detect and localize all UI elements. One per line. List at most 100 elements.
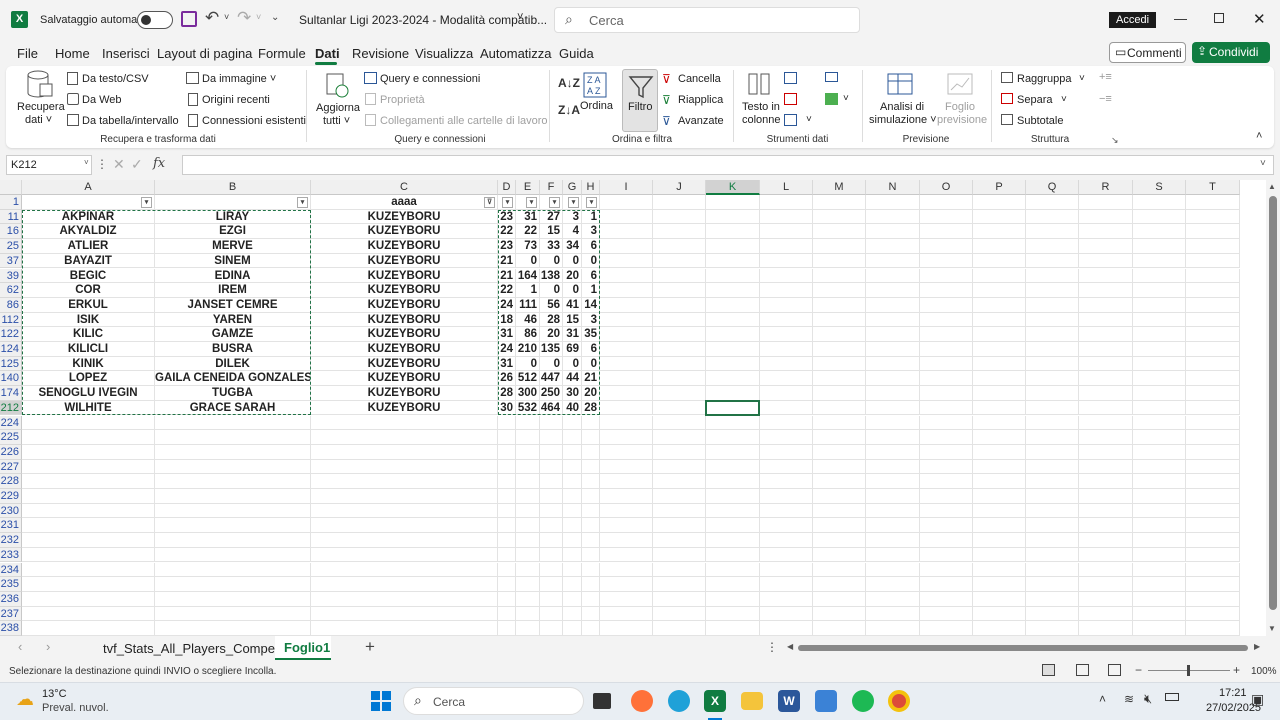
row-header[interactable]: 226 — [0, 444, 22, 460]
table-cell[interactable] — [920, 415, 973, 431]
table-cell[interactable] — [516, 621, 540, 636]
row-header[interactable]: 230 — [0, 503, 22, 519]
sort-desc-icon[interactable]: Z↓A — [558, 103, 580, 117]
table-cell[interactable] — [866, 224, 920, 240]
table-cell[interactable] — [973, 591, 1026, 607]
table-cell[interactable] — [653, 371, 706, 387]
remove-duplicates-icon[interactable] — [784, 93, 797, 105]
table-cell[interactable] — [1133, 547, 1186, 563]
table-cell[interactable] — [155, 459, 311, 475]
table-cell[interactable] — [516, 415, 540, 431]
table-cell[interactable] — [813, 474, 866, 489]
table-cell[interactable] — [582, 577, 600, 592]
table-cell[interactable] — [653, 356, 706, 372]
taskbar-search[interactable]: ⌕ Cerca — [403, 687, 584, 715]
table-cell[interactable] — [706, 268, 760, 284]
clock-time[interactable]: 17:21 — [1219, 687, 1247, 699]
autosave-toggle[interactable] — [137, 11, 173, 29]
table-cell[interactable] — [22, 415, 155, 431]
table-cell[interactable] — [866, 489, 920, 504]
table-cell[interactable] — [813, 489, 866, 504]
page-break-view-icon[interactable] — [1108, 664, 1121, 676]
scroll-down-icon[interactable]: ▼ — [1268, 624, 1276, 633]
firefox-icon[interactable] — [631, 690, 653, 712]
table-cell[interactable] — [920, 297, 973, 313]
table-cell[interactable] — [973, 342, 1026, 357]
horizontal-scroll-thumb[interactable] — [798, 645, 1248, 651]
table-cell[interactable] — [311, 489, 498, 504]
table-cell[interactable] — [973, 577, 1026, 592]
table-cell[interactable] — [866, 518, 920, 534]
share-button[interactable]: ⇪ Condividi — [1192, 42, 1270, 63]
comments-button[interactable]: ▭ Commenti — [1109, 42, 1186, 63]
battery-icon[interactable] — [1165, 693, 1179, 701]
table-cell[interactable] — [866, 268, 920, 284]
table-cell[interactable] — [1026, 444, 1079, 460]
filtro-button[interactable]: Filtro — [622, 69, 658, 132]
table-cell[interactable] — [973, 224, 1026, 240]
table-cell[interactable] — [920, 209, 973, 225]
table-cell[interactable] — [760, 547, 813, 563]
table-cell[interactable] — [600, 474, 653, 489]
table-cell[interactable] — [1026, 224, 1079, 240]
header-cell[interactable] — [760, 195, 813, 210]
show-detail-icon[interactable]: +≡ — [1099, 71, 1112, 83]
name-box-dropdown-icon[interactable]: ˅ — [84, 158, 89, 167]
table-cell[interactable] — [760, 312, 813, 328]
row-header[interactable]: 235 — [0, 577, 22, 592]
table-cell[interactable] — [540, 562, 563, 578]
table-cell[interactable] — [760, 474, 813, 489]
table-cell[interactable] — [563, 430, 582, 445]
riapplica-button[interactable]: Riapplica — [678, 94, 723, 106]
table-cell[interactable] — [155, 577, 311, 592]
row-header[interactable]: 124 — [0, 342, 22, 357]
table-cell[interactable] — [311, 591, 498, 607]
table-cell[interactable] — [813, 459, 866, 475]
table-cell[interactable] — [1026, 297, 1079, 313]
table-cell[interactable] — [22, 489, 155, 504]
table-cell[interactable] — [920, 518, 973, 534]
table-cell[interactable] — [22, 430, 155, 445]
table-cell[interactable] — [600, 371, 653, 387]
table-cell[interactable] — [311, 430, 498, 445]
table-cell[interactable] — [1133, 606, 1186, 622]
table-cell[interactable] — [155, 606, 311, 622]
table-cell[interactable] — [866, 503, 920, 519]
table-cell[interactable]: KUZEYBORU — [311, 239, 498, 254]
table-cell[interactable] — [973, 533, 1026, 548]
filter-dropdown-icon[interactable]: ▾ — [586, 197, 597, 208]
raggruppa-dropdown-icon[interactable]: ˅ — [1079, 73, 1085, 84]
table-cell[interactable] — [1186, 518, 1240, 534]
save-icon[interactable] — [181, 11, 197, 27]
column-header-k[interactable]: K — [706, 180, 760, 195]
foglio-previsione-label-2[interactable]: previsione — [937, 114, 987, 126]
scroll-left-icon[interactable]: ◀ — [787, 642, 793, 651]
table-cell[interactable] — [22, 606, 155, 622]
table-cell[interactable] — [920, 474, 973, 489]
table-cell[interactable] — [582, 444, 600, 460]
table-cell[interactable] — [155, 591, 311, 607]
table-cell[interactable] — [1133, 474, 1186, 489]
table-cell[interactable] — [311, 459, 498, 475]
testo-colonne-label[interactable]: Testo in — [742, 101, 780, 113]
consolidate-icon[interactable] — [825, 72, 838, 82]
table-cell[interactable] — [653, 224, 706, 240]
table-cell[interactable] — [653, 342, 706, 357]
filter-dropdown-icon[interactable]: ▾ — [141, 197, 152, 208]
table-cell[interactable] — [760, 591, 813, 607]
page-layout-view-icon[interactable] — [1076, 664, 1089, 676]
table-cell[interactable] — [540, 430, 563, 445]
table-cell[interactable] — [600, 606, 653, 622]
table-cell[interactable] — [1026, 459, 1079, 475]
table-cell[interactable] — [540, 489, 563, 504]
table-cell[interactable] — [1186, 356, 1240, 372]
row-header[interactable]: 224 — [0, 415, 22, 431]
table-cell[interactable] — [1026, 621, 1079, 636]
table-cell[interactable] — [1026, 386, 1079, 401]
table-cell[interactable] — [760, 239, 813, 254]
table-cell[interactable] — [920, 591, 973, 607]
table-cell[interactable] — [22, 577, 155, 592]
table-cell[interactable] — [973, 283, 1026, 298]
filter-dropdown-icon[interactable]: ▾ — [526, 197, 537, 208]
table-cell[interactable] — [540, 606, 563, 622]
